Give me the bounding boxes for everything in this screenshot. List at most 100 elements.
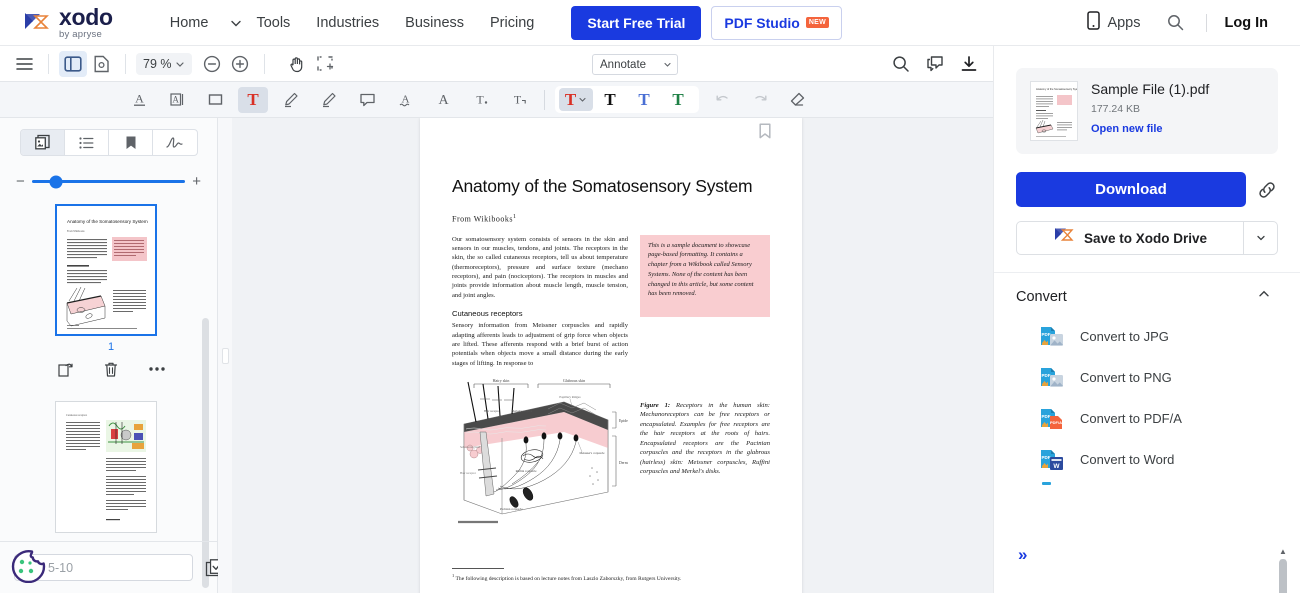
zoom-in-button[interactable] — [226, 51, 254, 77]
sidebar-tab-signature[interactable] — [153, 130, 196, 155]
download-icon[interactable] — [955, 51, 983, 77]
convert-to-jpg-item[interactable]: PDF Convert to JPG — [1038, 316, 1300, 357]
panel-resize-handle[interactable] — [218, 118, 232, 593]
slider-track[interactable] — [31, 175, 186, 188]
svg-text:PDF: PDF — [1042, 414, 1051, 419]
nav-divider — [1205, 13, 1207, 32]
scroll-up-arrow-icon[interactable]: ▲ — [1279, 547, 1287, 556]
page-view-button[interactable] — [87, 51, 115, 77]
svg-text:Cutaneous receptors: Cutaneous receptors — [66, 414, 87, 417]
squiggly-underline-icon[interactable]: A — [390, 87, 420, 113]
chevron-up-icon[interactable] — [1257, 287, 1271, 306]
signature-icon — [166, 136, 183, 148]
redact-text-icon[interactable]: A — [162, 87, 192, 113]
nav-link-home[interactable]: Home — [157, 9, 222, 37]
thumbnail-page-2[interactable]: Cutaneous receptors — [55, 401, 157, 533]
convert-to-png-item[interactable]: PDF Convert to PNG — [1038, 357, 1300, 398]
toggle-sidebar-button[interactable] — [59, 50, 87, 77]
save-to-xodo-drive-button[interactable]: Save to Xodo Drive — [1016, 221, 1278, 255]
nav-link-pricing[interactable]: Pricing — [477, 9, 547, 37]
open-new-file-link[interactable]: Open new file — [1091, 123, 1264, 135]
comments-panel-icon[interactable] — [921, 51, 949, 77]
thumbnail-actions-1 — [55, 359, 167, 379]
convert-scrollbar-thumb[interactable] — [1279, 559, 1287, 593]
page-bookmark-icon[interactable] — [758, 123, 772, 144]
convert-scrollbar[interactable]: ▲ ▼ — [1277, 545, 1289, 593]
replace-text-icon[interactable]: T — [504, 87, 534, 113]
figure-caption-text: Receptors in the human skin: Mechanorece… — [640, 401, 770, 476]
copy-link-icon[interactable] — [1256, 179, 1278, 201]
xodo-drive-icon — [1053, 226, 1075, 250]
annotation-mode-select[interactable]: Annotate — [592, 54, 678, 75]
figure-label-meissner: Meissner's corpuscle — [580, 451, 606, 455]
strikeout-text-icon[interactable]: A — [428, 87, 458, 113]
thumbnail-item-1[interactable]: Anatomy of the Somatosensory System From… — [55, 204, 167, 379]
footnote-divider — [452, 567, 504, 569]
convert-to-word-item[interactable]: PDF W Convert to Word — [1038, 439, 1300, 480]
pdf-page-1[interactable]: Anatomy of the Somatosensory System From… — [420, 118, 802, 593]
search-document-icon[interactable] — [887, 51, 915, 77]
sidebar-tab-bookmarks[interactable] — [109, 130, 154, 155]
eraser-icon[interactable] — [783, 87, 813, 113]
toolbar-divider — [48, 53, 49, 74]
start-free-trial-button[interactable]: Start Free Trial — [571, 5, 702, 40]
pdf-studio-button[interactable]: PDF Studio NEW — [711, 5, 843, 40]
highlighter-pen-icon[interactable] — [314, 87, 344, 113]
cookie-consent-icon[interactable] — [10, 549, 46, 584]
signature-pen-icon[interactable] — [276, 87, 306, 113]
thumbnail-item-2[interactable]: Cutaneous receptors — [55, 401, 157, 533]
mobile-phone-icon — [1087, 10, 1101, 35]
slider-decrease-icon[interactable]: − — [16, 174, 25, 189]
underline-text-icon[interactable]: A — [124, 87, 154, 113]
login-button[interactable]: Log In — [1215, 15, 1279, 31]
pan-hand-icon[interactable] — [283, 51, 311, 77]
convert-section-header[interactable]: Convert — [994, 273, 1300, 316]
zoom-level-select[interactable]: 79 % — [136, 52, 192, 75]
expand-panel-button[interactable]: » — [1018, 546, 1027, 563]
slider-handle[interactable] — [49, 175, 63, 188]
convert-to-pdfa-item[interactable]: PDF PDF/A Convert to PDF/A — [1038, 398, 1300, 439]
nav-link-tools[interactable]: Tools — [243, 9, 303, 37]
delete-page-icon[interactable] — [101, 359, 121, 379]
text-color-blue[interactable]: T — [627, 88, 661, 111]
slider-increase-icon[interactable]: + — [192, 174, 201, 189]
nav-link-business[interactable]: Business — [392, 9, 477, 37]
thumbnail-size-slider[interactable]: − + — [16, 174, 201, 189]
select-area-icon[interactable] — [311, 51, 339, 77]
rotate-page-icon[interactable] — [55, 359, 75, 379]
search-icon[interactable] — [1153, 14, 1198, 31]
zoom-level-value: 79 % — [143, 56, 172, 71]
free-text-tool-icon[interactable]: T — [238, 86, 268, 113]
text-style-group: T T T T — [555, 86, 699, 113]
sticky-note-icon[interactable] — [352, 87, 382, 113]
rectangle-shape-icon[interactable] — [200, 87, 230, 113]
text-color-green[interactable]: T — [661, 88, 695, 111]
redo-button[interactable] — [745, 87, 775, 113]
save-drive-main[interactable]: Save to Xodo Drive — [1017, 222, 1243, 254]
save-drive-dropdown[interactable] — [1243, 222, 1277, 254]
insert-text-icon[interactable]: T — [466, 87, 496, 113]
svg-text:Anatomy of the Somatosensory S: Anatomy of the Somatosensory System — [1036, 87, 1077, 91]
xodo-logo[interactable]: xodo by apryse — [22, 5, 113, 40]
chevron-down-icon[interactable] — [229, 16, 243, 30]
svg-text:A: A — [401, 94, 409, 106]
sidebar-tab-outline[interactable] — [65, 130, 109, 155]
thumbnails-icon — [34, 134, 50, 150]
svg-text:A: A — [438, 93, 449, 108]
download-button[interactable]: Download — [1016, 172, 1246, 207]
more-options-icon[interactable] — [147, 359, 167, 379]
menu-hamburger-icon[interactable] — [10, 51, 38, 77]
chevron-down-icon — [579, 97, 586, 102]
thumbnail-page-number-1: 1 — [107, 341, 115, 353]
undo-button[interactable] — [707, 87, 737, 113]
nav-link-industries[interactable]: Industries — [303, 9, 392, 37]
text-color-current[interactable]: T — [559, 88, 593, 111]
zoom-out-button[interactable] — [198, 51, 226, 77]
text-color-black[interactable]: T — [593, 88, 627, 111]
apps-menu[interactable]: Apps — [1075, 10, 1152, 35]
file-thumbnail: Anatomy of the Somatosensory System — [1030, 81, 1078, 141]
thumbnail-page-1[interactable]: Anatomy of the Somatosensory System From… — [55, 204, 157, 336]
svg-text:Anatomy of the Somatosensory S: Anatomy of the Somatosensory System — [67, 219, 148, 224]
sidebar-tab-thumbnails[interactable] — [20, 130, 65, 155]
convert-section: Convert PDF Convert to JPG PDF Convert t… — [994, 272, 1300, 593]
